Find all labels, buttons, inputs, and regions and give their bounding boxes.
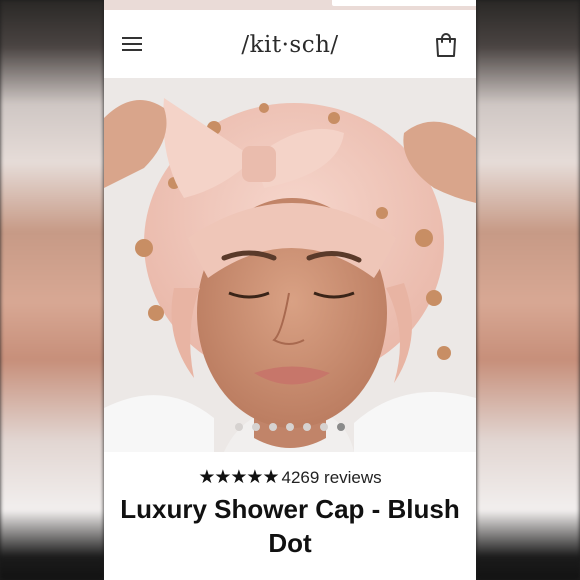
carousel-pagination bbox=[104, 423, 476, 433]
search-bar-edge[interactable] bbox=[332, 0, 476, 6]
star-rating-icon: ★★★★★ bbox=[198, 467, 279, 488]
product-photo-model-wearing-shower-cap bbox=[104, 78, 476, 452]
carousel-dot[interactable] bbox=[303, 423, 311, 431]
carousel-dot[interactable] bbox=[286, 423, 294, 431]
blurred-backdrop-left bbox=[0, 0, 104, 580]
review-count: 4269 reviews bbox=[281, 468, 382, 487]
carousel-dot-active[interactable] bbox=[337, 423, 345, 431]
site-header: /kit·sch/ bbox=[104, 10, 476, 78]
product-info: ★★★★★ 4269 reviews Luxury Shower Cap - Bl… bbox=[104, 452, 476, 580]
brand-logo[interactable]: /kit·sch/ bbox=[104, 32, 476, 58]
product-image-carousel[interactable] bbox=[104, 78, 476, 452]
carousel-dot[interactable] bbox=[235, 423, 243, 431]
shopping-bag-icon[interactable] bbox=[434, 32, 458, 58]
carousel-dot[interactable] bbox=[269, 423, 277, 431]
rating-summary[interactable]: ★★★★★ 4269 reviews bbox=[104, 466, 476, 489]
carousel-dot[interactable] bbox=[252, 423, 260, 431]
product-title: Luxury Shower Cap - Blush Dot bbox=[120, 494, 460, 558]
carousel-dot[interactable] bbox=[320, 423, 328, 431]
mobile-page: /kit·sch/ ★★★★★ 4269 reviews Luxury Show… bbox=[104, 0, 476, 580]
top-banner-strip bbox=[104, 0, 476, 10]
blurred-backdrop-right bbox=[476, 0, 580, 580]
